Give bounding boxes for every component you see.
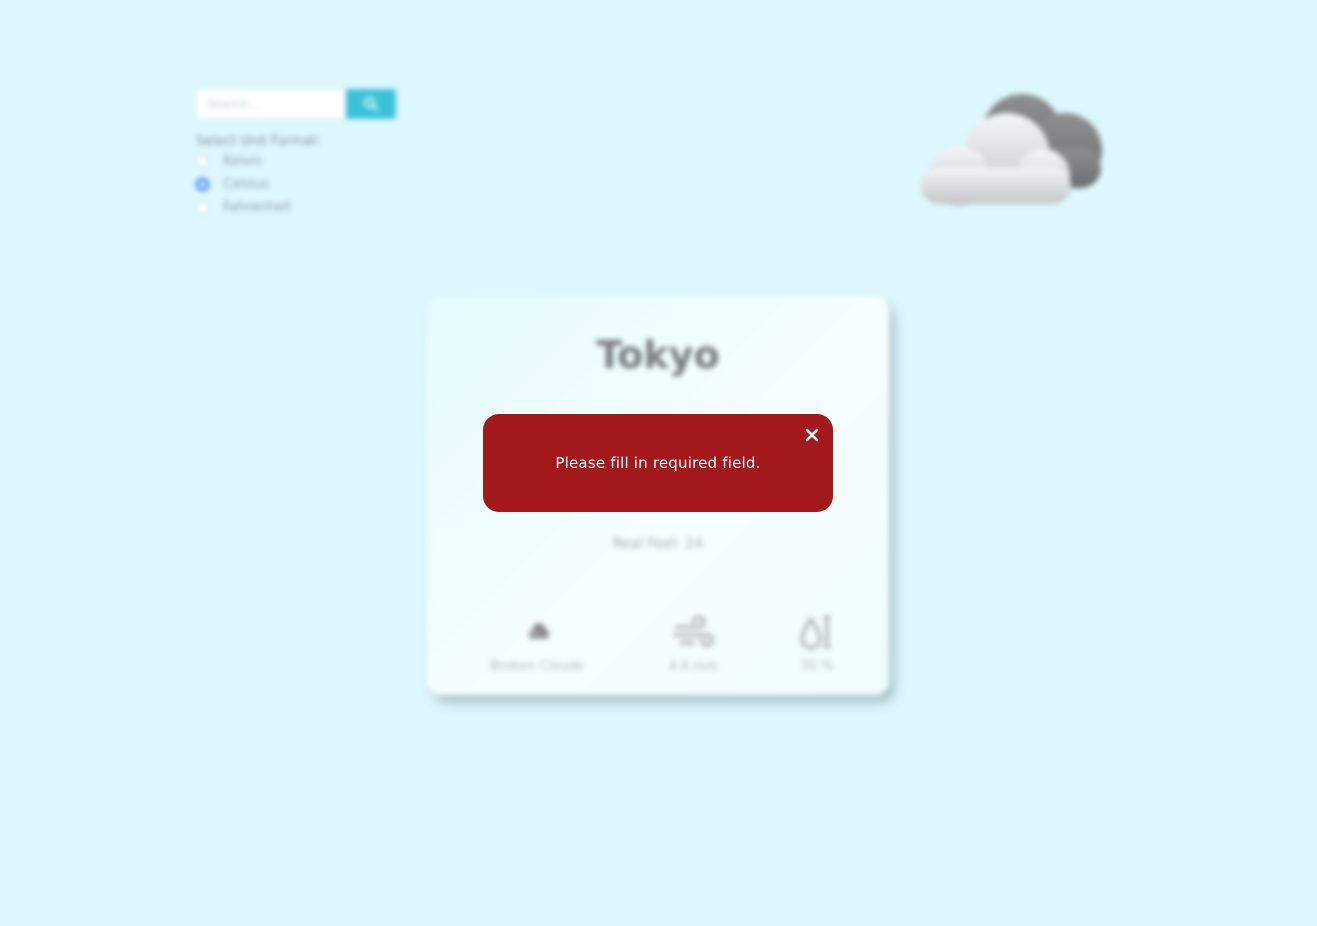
controls-panel: Select Unit Format: Kelvin Celsius Fahre… xyxy=(196,88,416,219)
unit-option-kelvin[interactable]: Kelvin xyxy=(196,150,416,173)
kelvin-radio[interactable] xyxy=(196,155,209,168)
conditions-stat: Broken Clouds xyxy=(467,613,607,674)
close-icon xyxy=(805,428,819,442)
conditions-label: Broken Clouds xyxy=(490,659,584,674)
broken-clouds-icon xyxy=(527,623,549,639)
wind-stat: 4.6 m/s xyxy=(653,613,733,674)
search-input[interactable] xyxy=(196,89,346,119)
unit-option-fahrenheit[interactable]: Fahrenheit xyxy=(196,196,416,219)
error-dialog: Please fill in required field. xyxy=(483,414,833,512)
humidity-icon xyxy=(800,615,830,650)
humidity-label: 70 % xyxy=(800,659,834,674)
search-icon xyxy=(364,97,379,112)
close-button[interactable] xyxy=(803,426,821,444)
cloud-weather-icon xyxy=(921,94,1102,206)
humidity-stat: 70 % xyxy=(787,613,847,674)
unit-option-celsius[interactable]: Celsius xyxy=(196,173,416,196)
fahrenheit-label: Fahrenheit xyxy=(223,200,292,215)
celsius-radio[interactable] xyxy=(196,178,209,191)
real-feel-text: Real Feel: 24 xyxy=(612,536,703,552)
error-message: Please fill in required field. xyxy=(555,454,761,472)
wind-label: 4.6 m/s xyxy=(668,659,718,674)
unit-format-title: Select Unit Format: xyxy=(196,134,322,149)
celsius-label: Celsius xyxy=(223,177,270,192)
kelvin-label: Kelvin xyxy=(223,154,263,169)
search-button[interactable] xyxy=(346,89,396,119)
search-bar xyxy=(196,88,416,120)
city-name: Tokyo xyxy=(596,333,720,377)
wind-icon xyxy=(673,615,714,647)
fahrenheit-radio[interactable] xyxy=(196,201,209,214)
